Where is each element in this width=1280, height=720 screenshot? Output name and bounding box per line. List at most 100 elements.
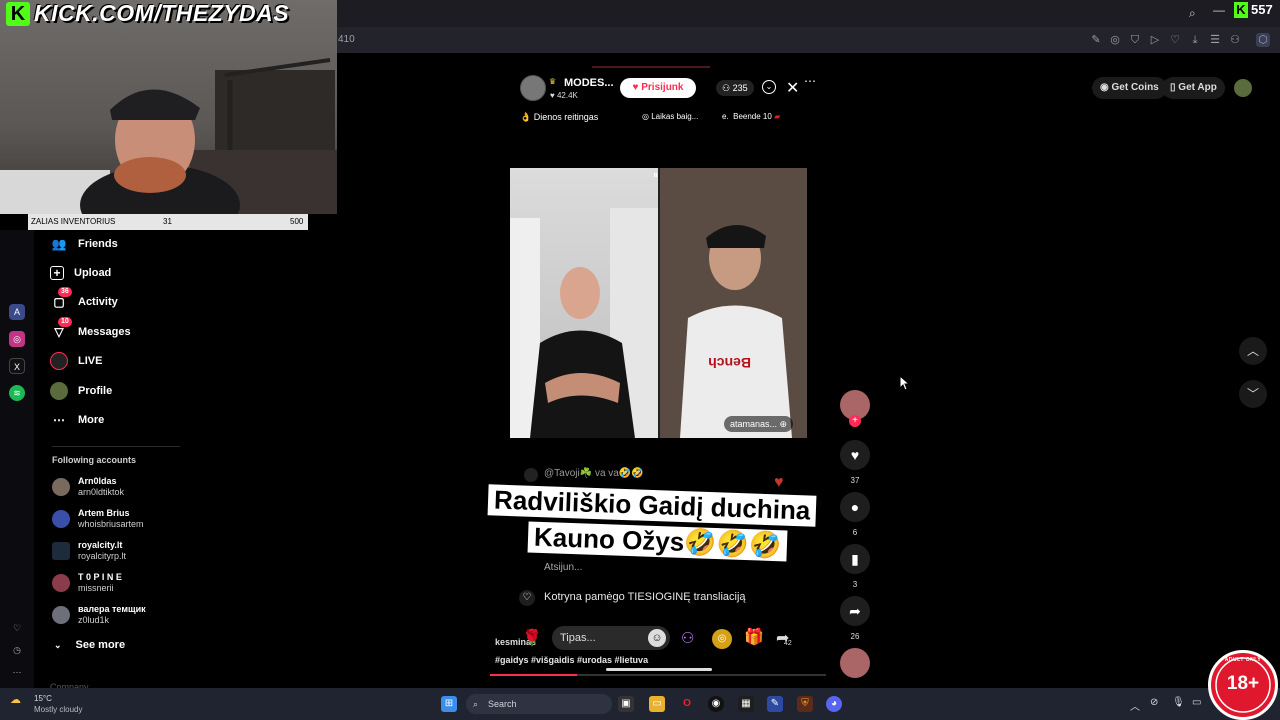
x-twitter-icon[interactable]: X: [9, 358, 25, 374]
weather-temp[interactable]: 15°C: [34, 694, 52, 703]
caption-line-2: Kauno Ožys🤣🤣🤣: [527, 521, 788, 562]
minimize-icon[interactable]: —: [1213, 3, 1225, 17]
instagram-icon[interactable]: ◎: [9, 331, 25, 347]
account-icon[interactable]: ⚇: [1228, 33, 1242, 47]
nav-profile[interactable]: Profile: [50, 380, 112, 402]
nav-label: Profile: [78, 385, 113, 397]
inventory-bar: ZALIAS INVENTORIUS 31 500: [28, 214, 308, 230]
more-dots-icon[interactable]: ⋯: [9, 664, 25, 680]
scroll-handle[interactable]: [606, 668, 712, 671]
hashtags[interactable]: #gaidys #višgaidis #urodas #lietuva: [495, 655, 648, 665]
nav-live[interactable]: LIVE: [50, 350, 102, 372]
chevron-up-icon: ︿: [1246, 344, 1259, 358]
user-avatar[interactable]: [1234, 79, 1252, 97]
following-account[interactable]: валера темщик z0lud1k: [52, 604, 192, 630]
task-view-icon[interactable]: ▣: [618, 696, 634, 712]
app-store-icon[interactable]: A: [9, 304, 25, 320]
taskbar-search[interactable]: ⌕ Search: [466, 694, 612, 714]
url-fragment[interactable]: 410: [338, 34, 355, 45]
viewer-badge[interactable]: ⚇ 235: [716, 80, 754, 96]
share-button[interactable]: ➦: [840, 596, 870, 626]
messages-badge: 10: [58, 317, 72, 327]
following-account[interactable]: T 0 P I N E missnerii: [52, 572, 192, 598]
file-explorer-icon[interactable]: ▭: [649, 696, 665, 712]
nav-more[interactable]: ⋯ More: [50, 409, 104, 431]
favorites-icon[interactable]: ♡: [9, 620, 25, 636]
comment-count: 6: [852, 528, 858, 537]
adult-only-badge: ADULT ONLY 18+: [1208, 650, 1278, 720]
guest-request-icon[interactable]: ⚇: [681, 629, 694, 647]
like-button[interactable]: ♥: [840, 440, 870, 470]
extension-icon[interactable]: ⬡: [1256, 33, 1270, 47]
avatar: [52, 574, 70, 592]
get-coins-button[interactable]: ◉ Get Coins: [1092, 77, 1167, 99]
editor-icon[interactable]: ✎: [767, 696, 783, 712]
save-button[interactable]: ▮: [840, 544, 870, 574]
menu-icon[interactable]: ☰: [1208, 33, 1222, 47]
get-app-button[interactable]: ▯ Get App: [1162, 77, 1225, 99]
account-name: валера темщик: [78, 604, 146, 614]
nav-messages[interactable]: ▽ 10 Messages: [50, 317, 131, 343]
emoji-icon[interactable]: ☺: [648, 629, 666, 647]
follow-plus-icon[interactable]: +: [849, 415, 861, 427]
download-icon[interactable]: ⤓: [1188, 33, 1202, 47]
nav-friends[interactable]: 👥 Friends: [50, 233, 118, 255]
nav-label: Messages: [78, 326, 131, 338]
comment-button[interactable]: ●: [840, 492, 870, 522]
guest-name-tag[interactable]: atamanas... ⊕: [724, 416, 794, 432]
share-icon: ➦: [849, 602, 861, 619]
opera-icon[interactable]: O: [679, 696, 695, 712]
video-progress-track[interactable]: [490, 674, 826, 676]
display-icon[interactable]: ▭: [1192, 697, 1201, 708]
host-name[interactable]: MODES...: [564, 77, 614, 89]
live-video[interactable]: Bench ⏸ atamanas... ⊕: [510, 168, 807, 438]
daily-rating-chip[interactable]: 👌 Dienos reitingas: [520, 108, 598, 126]
obs-icon[interactable]: ◉: [708, 696, 724, 712]
more-options-icon[interactable]: ⋯: [804, 74, 816, 88]
nav-upload[interactable]: + Upload: [50, 262, 111, 284]
microphone-icon[interactable]: 🎙: [1172, 697, 1185, 708]
heart-outline-icon: ♡: [519, 590, 535, 606]
beende-chip[interactable]: e. Beende 10 ▰: [722, 108, 780, 126]
nav-label: Upload: [74, 267, 112, 279]
windows-start-icon[interactable]: ⊞: [441, 696, 457, 712]
camera-icon[interactable]: ◎: [1108, 33, 1122, 47]
chat-placeholder: Tipas...: [560, 632, 596, 644]
play-icon[interactable]: ▷: [1148, 33, 1162, 47]
profile-icon: [50, 382, 68, 400]
tray-chevron-up-icon[interactable]: ︿: [1130, 698, 1140, 713]
heart-icon[interactable]: ♡: [1168, 33, 1182, 47]
search-icon[interactable]: ⌕: [1189, 6, 1196, 21]
network-off-icon[interactable]: ⊘: [1150, 697, 1158, 708]
coin-gift-icon[interactable]: ◎: [712, 629, 732, 649]
previous-video-button[interactable]: ︿: [1239, 337, 1267, 365]
divider: [52, 446, 180, 447]
nav-activity[interactable]: ▢ 36 Activity: [50, 287, 118, 313]
game-icon[interactable]: ⛨: [797, 696, 813, 712]
sound-avatar[interactable]: [840, 648, 870, 678]
following-account[interactable]: Artem Brius whoisbriusartem: [52, 508, 192, 534]
weather-icon[interactable]: ☁: [10, 693, 21, 706]
video-scene: Bench: [510, 168, 807, 438]
nav-label: More: [78, 414, 105, 426]
following-account[interactable]: royalcity.lt royalcityrp.lt: [52, 540, 192, 566]
rose-gift-icon[interactable]: 🌹: [522, 628, 542, 648]
next-video-button[interactable]: ﹀: [1239, 380, 1267, 408]
time-chip[interactable]: ◎ Laikas baig...: [642, 108, 698, 126]
following-account[interactable]: Arn0ldas arn0ldtiktok: [52, 476, 192, 502]
edit-icon[interactable]: ✎: [1089, 33, 1103, 47]
shield-icon[interactable]: ⛉: [1128, 33, 1142, 47]
get-coins-label: Get Coins: [1111, 82, 1159, 93]
weather-desc[interactable]: Mostly cloudy: [34, 705, 82, 714]
see-more-button[interactable]: ⌄ See more: [54, 639, 125, 651]
action-column: + ♥ 37 ● 6 ▮ 3 ➦ 26: [838, 390, 872, 690]
gift-box-icon[interactable]: 🎁: [744, 627, 764, 647]
discord-icon[interactable]: ◕: [826, 696, 842, 712]
host-avatar[interactable]: [520, 75, 546, 101]
join-button[interactable]: ♥ Prisijunk: [620, 78, 696, 98]
spotify-icon[interactable]: ≋: [9, 385, 25, 401]
close-icon[interactable]: ✕: [786, 78, 799, 98]
chevron-down-icon[interactable]: ⌄: [762, 80, 776, 94]
app-icon[interactable]: ▦: [738, 696, 754, 712]
history-icon[interactable]: ◷: [9, 642, 25, 658]
